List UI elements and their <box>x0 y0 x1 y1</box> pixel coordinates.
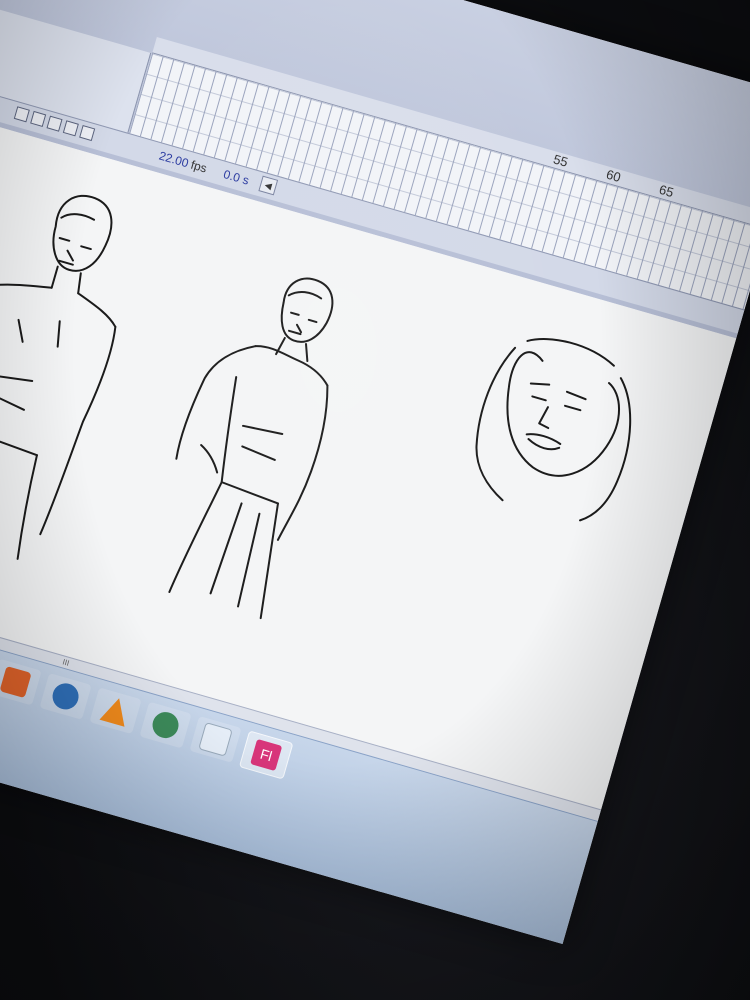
sketch-figure-man-center <box>168 277 334 620</box>
taskbar-button-vlc[interactable] <box>89 687 142 735</box>
onion-skin-icon[interactable] <box>46 115 63 132</box>
sketch-figure-woman-portrait <box>475 338 632 522</box>
fps-unit: fps <box>189 157 209 176</box>
new-layer-icon[interactable] <box>30 110 47 128</box>
camera-icon <box>149 708 182 742</box>
taskbar-button-office[interactable] <box>0 658 42 706</box>
taskbar-button-notepad[interactable] <box>189 716 242 763</box>
trash-icon[interactable] <box>13 106 30 123</box>
ruler-number: 65 <box>657 181 676 201</box>
ruler-number: 60 <box>604 166 623 185</box>
monitor-screen: 55 60 65 22.00fps 0.0 s ◀ III Fl <box>0 0 750 944</box>
ruler-number: 55 <box>551 151 570 170</box>
photoshop-icon <box>49 680 82 713</box>
taskbar-button-flash[interactable]: Fl <box>238 730 294 780</box>
elapsed-time: 0.0 s <box>221 167 251 188</box>
notepad-icon <box>198 722 233 757</box>
onion-outline-icon[interactable] <box>62 120 79 137</box>
photo-frame: 55 60 65 22.00fps 0.0 s ◀ III Fl <box>0 0 750 1000</box>
fps-value: 22.00 <box>157 148 191 171</box>
flash-icon: Fl <box>250 738 283 772</box>
scroll-left-arrow-icon[interactable]: ◀ <box>258 175 279 196</box>
vlc-icon <box>99 694 132 727</box>
sketch-figure-man-left <box>0 194 117 560</box>
edit-multiple-frames-icon[interactable] <box>79 124 96 142</box>
taskbar-button-photoshop[interactable] <box>39 673 92 720</box>
taskbar-button-camera[interactable] <box>139 701 192 749</box>
office-icon <box>0 665 32 699</box>
